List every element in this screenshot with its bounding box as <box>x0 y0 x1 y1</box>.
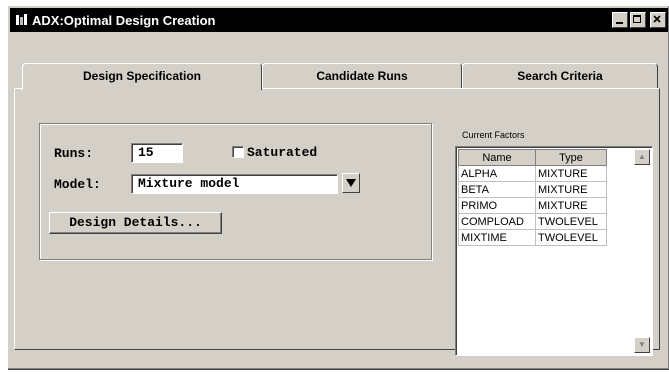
model-dropdown-button[interactable] <box>342 173 360 193</box>
window-title: ADX:Optimal Design Creation <box>32 12 216 28</box>
factor-type: TWOLEVEL <box>535 213 607 230</box>
minimize-icon <box>616 22 623 24</box>
factor-type: MIXTURE <box>535 181 607 198</box>
close-button[interactable] <box>650 12 666 28</box>
table-row[interactable]: BETA MIXTURE <box>458 181 607 198</box>
app-icon[interactable] <box>15 13 29 27</box>
current-factors-caption: Current Factors <box>462 130 525 140</box>
factor-name: COMPLOAD <box>458 213 536 230</box>
maximize-icon <box>633 15 641 23</box>
factor-type: MIXTURE <box>535 197 607 214</box>
saturated-label: Saturated <box>247 145 318 160</box>
design-details-label: Design Details... <box>69 215 202 230</box>
scroll-up-button[interactable]: ▲ <box>634 149 650 165</box>
scroll-down-button[interactable]: ▼ <box>634 337 650 353</box>
factor-type: TWOLEVEL <box>535 229 607 246</box>
design-details-button[interactable]: Design Details... <box>49 212 222 234</box>
current-factors-list[interactable]: Name Type ALPHA MIXTURE BETA MIXTURE PRI… <box>455 146 653 356</box>
column-header-name[interactable]: Name <box>458 149 536 166</box>
factor-name: PRIMO <box>458 197 536 214</box>
tab-search-criteria[interactable]: Search Criteria <box>462 63 658 88</box>
tab-label: Design Specification <box>82 69 202 83</box>
table-row[interactable]: ALPHA MIXTURE <box>458 165 607 182</box>
chevron-down-icon: ▼ <box>638 340 646 349</box>
table-row[interactable]: COMPLOAD TWOLEVEL <box>458 213 607 230</box>
factor-type: MIXTURE <box>535 165 607 182</box>
runs-input[interactable]: 15 <box>131 143 183 163</box>
table-row[interactable]: PRIMO MIXTURE <box>458 197 607 214</box>
vertical-scrollbar[interactable]: ▲ ▼ <box>634 149 650 353</box>
tab-candidate-runs[interactable]: Candidate Runs <box>262 63 462 88</box>
close-icon <box>653 15 661 23</box>
model-label: Model: <box>54 177 101 192</box>
tab-strip: Design Specification Candidate Runs Sear… <box>14 63 660 90</box>
runs-label: Runs: <box>54 146 94 161</box>
factors-table: Name Type ALPHA MIXTURE BETA MIXTURE PRI… <box>458 149 607 246</box>
tab-design-specification[interactable]: Design Specification <box>22 63 262 90</box>
column-header-type[interactable]: Type <box>535 149 607 166</box>
tab-label: Search Criteria <box>517 69 603 83</box>
title-bar[interactable]: ADX:Optimal Design Creation <box>10 8 668 32</box>
chevron-up-icon: ▲ <box>638 152 646 161</box>
factor-name: ALPHA <box>458 165 536 182</box>
maximize-button[interactable] <box>630 12 646 28</box>
factor-name: MIXTIME <box>458 229 536 246</box>
table-row[interactable]: MIXTIME TWOLEVEL <box>458 229 607 246</box>
factor-name: BETA <box>458 181 536 198</box>
minimize-button[interactable] <box>612 12 628 28</box>
chevron-down-icon <box>346 179 356 187</box>
tab-label: Candidate Runs <box>316 69 408 83</box>
saturated-checkbox[interactable] <box>232 146 244 158</box>
model-select[interactable]: Mixture model <box>131 174 338 194</box>
